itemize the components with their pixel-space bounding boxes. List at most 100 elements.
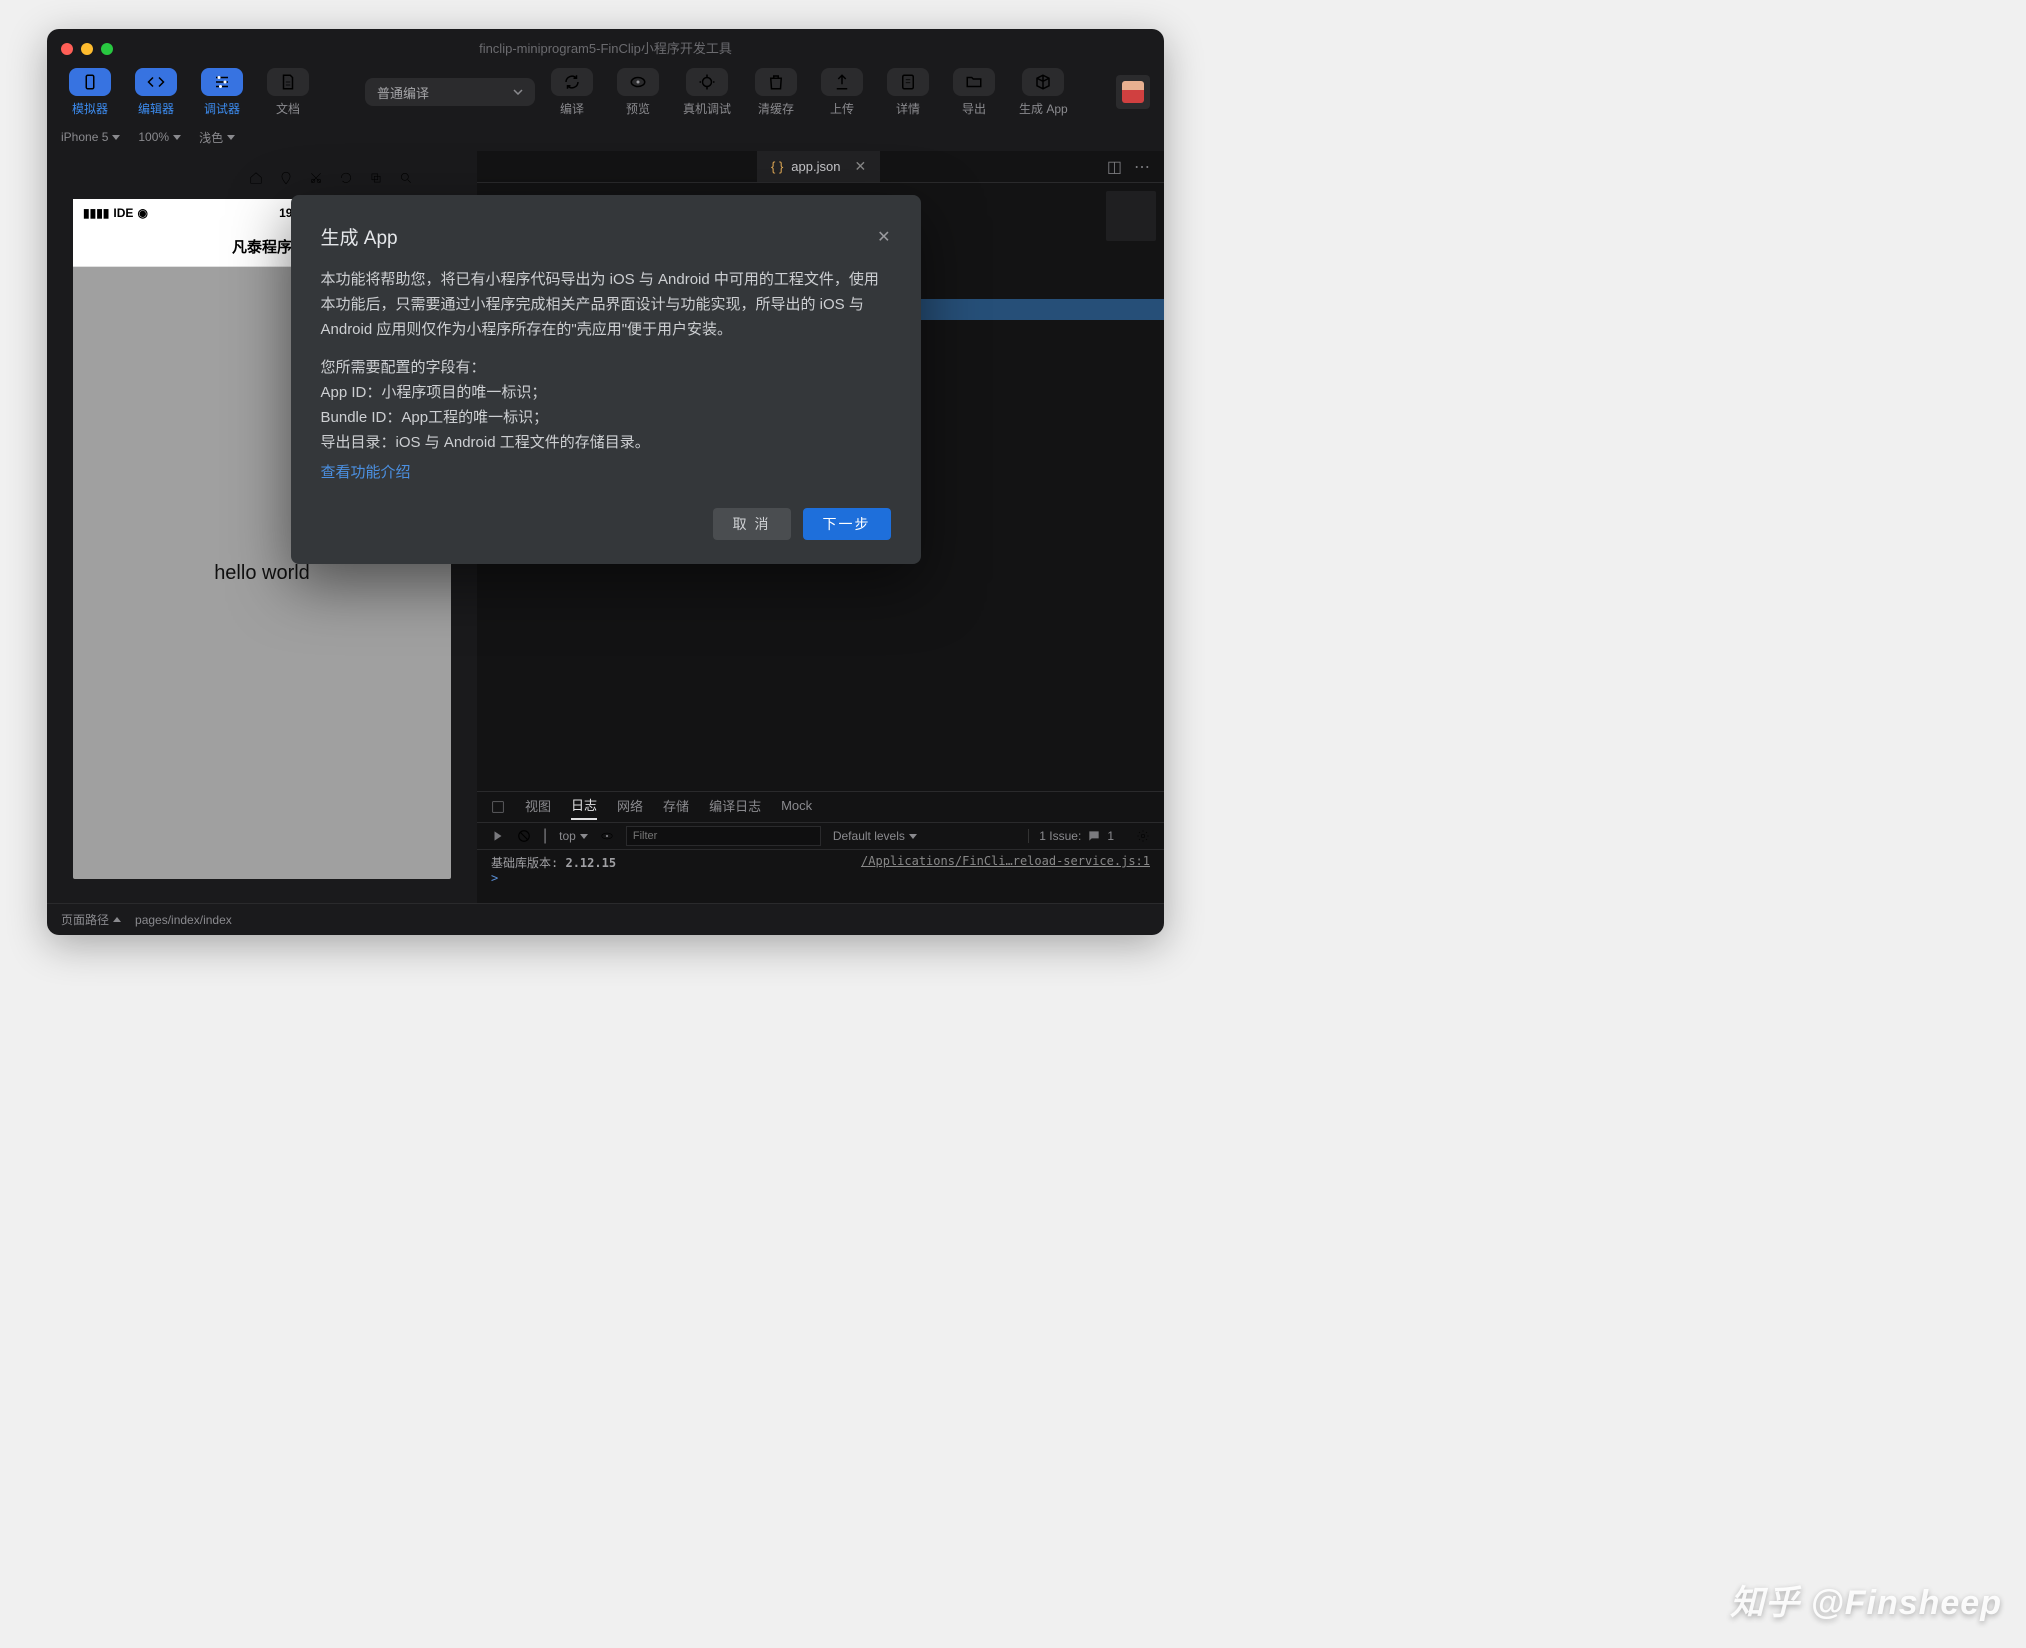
device-select[interactable]: iPhone 5 <box>61 130 120 144</box>
traffic-lights <box>61 43 113 55</box>
minimap[interactable] <box>1106 191 1156 241</box>
folder-icon <box>965 73 983 91</box>
compile-mode-value: 普通编译 <box>377 83 429 102</box>
editor-label: 编辑器 <box>138 100 174 117</box>
clear-icon[interactable] <box>517 829 531 843</box>
search-icon[interactable] <box>399 171 413 185</box>
chevron-up-icon <box>113 917 121 922</box>
location-icon[interactable] <box>279 171 293 185</box>
simulator-button[interactable]: 模拟器 <box>61 64 119 121</box>
eye-icon[interactable] <box>600 829 614 843</box>
console-tab-mock[interactable]: Mock <box>781 798 812 817</box>
dialog-title: 生成 App <box>321 223 398 250</box>
filter-input[interactable] <box>626 826 821 846</box>
split-editor-icon[interactable]: ◫ <box>1107 157 1122 177</box>
dialog-line: Bundle ID：App工程的唯一标识； <box>321 406 891 431</box>
dialog-close-button[interactable]: ✕ <box>877 227 890 247</box>
clear-cache-label: 清缓存 <box>758 100 794 117</box>
chevron-down-icon <box>513 89 523 95</box>
preview-button[interactable]: 预览 <box>609 64 667 121</box>
main-toolbar: 模拟器 编辑器 调试器 文档 普通编译 编译 预览 <box>47 53 1164 123</box>
window-maximize-button[interactable] <box>101 43 113 55</box>
console-prompt[interactable]: > <box>491 871 1150 885</box>
console-tabs: 视图 日志 网络 存储 编译日志 Mock <box>477 792 1164 822</box>
statusbar: 页面路径 pages/index/index <box>47 903 1164 935</box>
editor-tab-appjson[interactable]: { } app.json ✕ <box>757 151 880 182</box>
window-title: finclip-miniprogram5-FinClip小程序开发工具 <box>61 29 1150 57</box>
dialog-paragraph: 本功能将帮助您，将已有小程序代码导出为 iOS 与 Android 中可用的工程… <box>321 268 891 342</box>
compile-mode-select[interactable]: 普通编译 <box>365 78 535 106</box>
cut-icon[interactable] <box>309 171 323 185</box>
rotate-icon[interactable] <box>339 171 353 185</box>
compile-label: 编译 <box>560 100 584 117</box>
home-icon[interactable] <box>249 171 263 185</box>
upload-icon <box>833 73 851 91</box>
wifi-icon: ◉ <box>137 206 147 220</box>
more-icon[interactable]: ⋯ <box>1134 157 1150 177</box>
theme-select[interactable]: 浅色 <box>199 129 235 146</box>
dialog-help-link[interactable]: 查看功能介绍 <box>321 461 411 486</box>
generate-app-button[interactable]: 生成 App <box>1011 64 1076 121</box>
info-icon <box>899 73 917 91</box>
details-button[interactable]: 详情 <box>879 64 937 121</box>
simulator-icon-bar <box>249 171 413 191</box>
user-avatar[interactable] <box>1116 75 1150 109</box>
export-button[interactable]: 导出 <box>945 64 1003 121</box>
compile-button[interactable]: 编译 <box>543 64 601 121</box>
close-icon[interactable]: ✕ <box>854 158 866 175</box>
play-icon[interactable] <box>491 829 505 843</box>
issue-badge[interactable]: 1 Issue: 1 <box>1028 829 1114 843</box>
phone-nav-title: 凡泰程序 <box>232 236 292 257</box>
dialog-body: 本功能将帮助您，将已有小程序代码导出为 iOS 与 Android 中可用的工程… <box>321 268 891 486</box>
console-tab-network[interactable]: 网络 <box>617 796 643 819</box>
levels-select[interactable]: Default levels <box>833 829 917 843</box>
debugger-button[interactable]: 调试器 <box>193 64 251 121</box>
editor-tab-label: app.json <box>791 159 840 174</box>
document-icon <box>279 73 297 91</box>
gear-icon[interactable] <box>1136 829 1150 843</box>
sliders-icon <box>213 73 231 91</box>
debugger-label: 调试器 <box>204 100 240 117</box>
window-minimize-button[interactable] <box>81 43 93 55</box>
dialog-line: 导出目录：iOS 与 Android 工程文件的存储目录。 <box>321 431 891 456</box>
console-tab-view[interactable]: 视图 <box>525 796 551 819</box>
console-source-link[interactable]: /Applications/FinCli…reload-service.js:1 <box>861 854 1150 871</box>
console-tab-storage[interactable]: 存储 <box>663 796 689 819</box>
cancel-button[interactable]: 取 消 <box>713 508 791 540</box>
page-path-label[interactable]: 页面路径 <box>61 911 121 928</box>
console-tab-compile-log[interactable]: 编译日志 <box>709 796 761 819</box>
real-device-button[interactable]: 真机调试 <box>675 64 739 121</box>
json-icon: { } <box>771 159 783 174</box>
refresh-icon <box>563 73 581 91</box>
inspect-icon[interactable] <box>491 800 505 814</box>
copy-icon[interactable] <box>369 171 383 185</box>
code-icon <box>147 73 165 91</box>
chevron-down-icon <box>173 135 181 140</box>
watermark: 知乎 @Finsheep <box>1730 1575 2002 1624</box>
titlebar: finclip-miniprogram5-FinClip小程序开发工具 <box>47 29 1164 53</box>
scope-select[interactable]: top <box>559 829 588 843</box>
window-close-button[interactable] <box>61 43 73 55</box>
signal-icon: ▮▮▮▮ <box>83 206 109 220</box>
zoom-select[interactable]: 100% <box>138 130 181 144</box>
details-label: 详情 <box>896 100 920 117</box>
generate-app-dialog: 生成 App ✕ 本功能将帮助您，将已有小程序代码导出为 iOS 与 Andro… <box>291 195 921 564</box>
console-row: 基础库版本: 2.12.15 /Applications/FinCli…relo… <box>491 854 1150 871</box>
console-toolbar: | top Default levels 1 Issue: 1 <box>477 822 1164 850</box>
upload-label: 上传 <box>830 100 854 117</box>
phone-icon <box>81 73 99 91</box>
chat-icon <box>1087 829 1101 843</box>
console-panel: 视图 日志 网络 存储 编译日志 Mock | top Default leve… <box>477 791 1164 903</box>
trash-icon <box>767 73 785 91</box>
dialog-footer: 取 消 下一步 <box>321 508 891 540</box>
editor-button[interactable]: 编辑器 <box>127 64 185 121</box>
upload-button[interactable]: 上传 <box>813 64 871 121</box>
next-button[interactable]: 下一步 <box>803 508 891 540</box>
editor-tabs: { } app.json ✕ ◫ ⋯ <box>477 151 1164 183</box>
clear-cache-button[interactable]: 清缓存 <box>747 64 805 121</box>
console-tab-log[interactable]: 日志 <box>571 795 597 820</box>
cube-icon <box>1034 73 1052 91</box>
dialog-line: 您所需要配置的字段有： <box>321 356 891 381</box>
docs-button[interactable]: 文档 <box>259 64 317 121</box>
chevron-down-icon <box>112 135 120 140</box>
